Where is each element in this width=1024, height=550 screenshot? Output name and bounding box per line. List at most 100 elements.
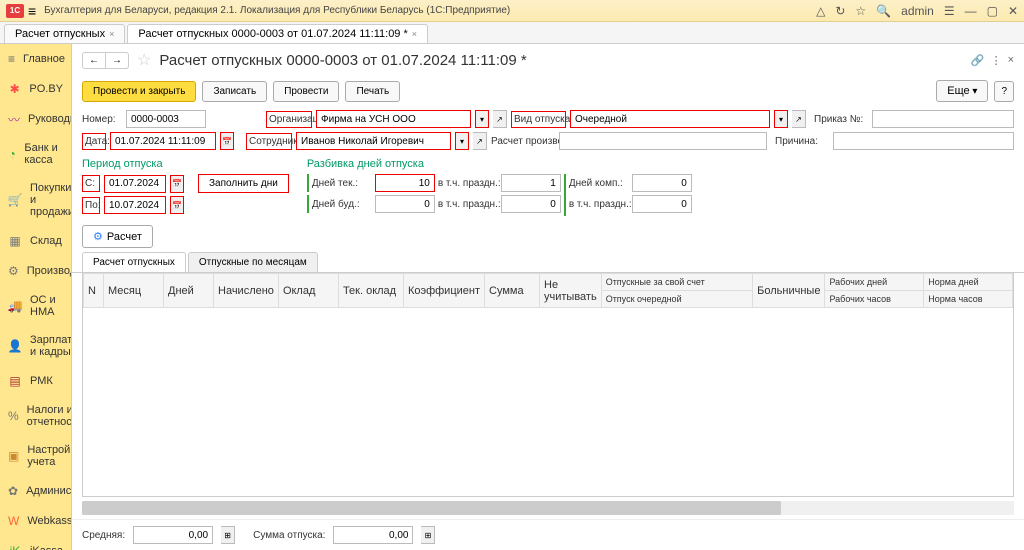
- sidebar-item[interactable]: ▣Настройки учета: [0, 436, 71, 476]
- col-sum: Сумма: [485, 274, 540, 308]
- notif-icon[interactable]: △: [816, 4, 825, 18]
- minimize-icon[interactable]: —: [965, 4, 977, 18]
- org-field[interactable]: [316, 110, 471, 128]
- close-icon[interactable]: ✕: [1008, 4, 1018, 18]
- post-button[interactable]: Провести: [273, 81, 339, 102]
- days-comp-label: Дней комп.:: [569, 178, 629, 189]
- sidebar-item[interactable]: ▤РМК: [0, 366, 71, 396]
- col-coef: Коэффициент: [403, 274, 484, 308]
- nav-fwd-icon[interactable]: →: [106, 53, 128, 68]
- org-label: Организация:: [266, 111, 312, 128]
- document-header: ← → ☆ Расчет отпускных 0000-0003 от 01.0…: [72, 44, 1024, 76]
- more-icon[interactable]: ⋮: [991, 54, 1002, 67]
- calendar-icon[interactable]: 📅: [170, 175, 184, 193]
- help-button[interactable]: ?: [994, 81, 1014, 102]
- tab-calc[interactable]: Расчет отпускных: [82, 252, 186, 272]
- col-nh: Норма часов: [924, 291, 1013, 308]
- open-icon[interactable]: ↗: [473, 132, 487, 150]
- reason-field[interactable]: [833, 132, 1014, 150]
- days-fut-field[interactable]: [375, 195, 435, 213]
- hol1-field[interactable]: [501, 174, 561, 192]
- scrollbar-thumb[interactable]: [82, 501, 781, 515]
- calendar-icon[interactable]: 📅: [170, 196, 184, 214]
- sidebar-item[interactable]: 🛒Покупки и продажи: [0, 174, 71, 226]
- close-icon[interactable]: ×: [109, 29, 114, 39]
- sidebar-icon: 🛒: [8, 193, 22, 207]
- col-month: Месяц: [104, 274, 164, 308]
- sum-field[interactable]: [333, 526, 413, 544]
- search-icon[interactable]: 🔍: [876, 4, 891, 18]
- post-and-close-button[interactable]: Провести и закрыть: [82, 81, 196, 102]
- sidebar-item-label: Администрирование: [26, 485, 72, 497]
- hol3-field[interactable]: [632, 195, 692, 213]
- star-icon[interactable]: ☆: [137, 50, 151, 70]
- dropdown-icon[interactable]: ▾: [475, 110, 489, 128]
- user-label[interactable]: admin: [901, 4, 934, 18]
- dropdown-icon[interactable]: ▾: [455, 132, 469, 150]
- close-icon[interactable]: ×: [1008, 54, 1014, 67]
- sidebar-item[interactable]: ⚙Производство: [0, 256, 71, 286]
- sidebar-item-label: ОС и НМА: [30, 294, 63, 318]
- avg-field[interactable]: [133, 526, 213, 544]
- horizontal-scrollbar[interactable]: [82, 501, 1014, 515]
- sidebar-item[interactable]: iKiKassa: [0, 536, 71, 550]
- tab-label: Расчет отпускных: [15, 28, 105, 40]
- fill-days-button[interactable]: Заполнить дни: [198, 174, 289, 193]
- content: ← → ☆ Расчет отпускных 0000-0003 от 01.0…: [72, 44, 1024, 550]
- more-button[interactable]: Еще ▾: [936, 80, 988, 102]
- table-body[interactable]: [83, 308, 1013, 496]
- open-icon[interactable]: ↗: [792, 110, 806, 128]
- sidebar-item[interactable]: 〰Руководителю: [0, 104, 71, 134]
- reason-label: Причина:: [775, 136, 829, 147]
- sidebar-item[interactable]: %Налоги и отчетность: [0, 396, 71, 436]
- link-icon[interactable]: 🔗: [971, 54, 985, 67]
- sidebar-item[interactable]: ≡Главное: [0, 44, 71, 74]
- hamburger-icon[interactable]: ≡: [28, 3, 36, 19]
- days-comp-field[interactable]: [632, 174, 692, 192]
- to-label: По:: [82, 197, 100, 214]
- sidebar-item[interactable]: ◔Банк и касса: [0, 134, 71, 174]
- date-label: Дата:: [82, 133, 106, 150]
- days-cur-label: Дней тек.:: [312, 178, 372, 189]
- order-field[interactable]: [872, 110, 1014, 128]
- tab-list[interactable]: Расчет отпускных ×: [4, 24, 125, 43]
- settings-icon[interactable]: ☰: [944, 4, 955, 18]
- type-field[interactable]: [570, 110, 770, 128]
- sidebar-item[interactable]: 👤Зарплата и кадры: [0, 326, 71, 366]
- close-icon[interactable]: ×: [412, 29, 417, 39]
- nav-back-icon[interactable]: ←: [83, 53, 106, 68]
- number-field[interactable]: [126, 110, 206, 128]
- tab-document[interactable]: Расчет отпускных 0000-0003 от 01.07.2024…: [127, 24, 428, 43]
- dropdown-icon[interactable]: ▾: [774, 110, 788, 128]
- maximize-icon[interactable]: ▢: [987, 4, 998, 18]
- calcby-field[interactable]: [559, 132, 767, 150]
- calendar-icon[interactable]: 📅: [220, 132, 234, 150]
- print-button[interactable]: Печать: [345, 81, 400, 102]
- write-button[interactable]: Записать: [202, 81, 267, 102]
- sidebar-item[interactable]: ✱PO.BY: [0, 74, 71, 104]
- sidebar-item[interactable]: 🚚ОС и НМА: [0, 286, 71, 326]
- sidebar-item-label: Главное: [23, 53, 65, 65]
- tab-monthly[interactable]: Отпускные по месяцам: [188, 252, 318, 272]
- hol2-field[interactable]: [501, 195, 561, 213]
- days-cur-field[interactable]: [375, 174, 435, 192]
- sidebar-item[interactable]: ▦Склад: [0, 226, 71, 256]
- sidebar-item-label: Webkassa: [27, 515, 72, 527]
- emp-field[interactable]: [296, 132, 451, 150]
- footer: Средняя: ⊞ Сумма отпуска: ⊞: [72, 519, 1024, 550]
- favorites-icon[interactable]: ☆: [855, 4, 866, 18]
- calc-icon[interactable]: ⊞: [221, 526, 235, 544]
- open-icon[interactable]: ↗: [493, 110, 507, 128]
- doc-actions: 🔗 ⋮ ×: [971, 54, 1014, 67]
- sidebar-item[interactable]: WWebkassa: [0, 506, 71, 536]
- col-sick: Больничные: [753, 274, 825, 308]
- calc-icon[interactable]: ⊞: [421, 526, 435, 544]
- from-field[interactable]: [104, 175, 166, 193]
- to-field[interactable]: [104, 196, 166, 214]
- calculate-button[interactable]: ⚙ Расчет: [82, 225, 153, 248]
- sidebar-item[interactable]: ✿Администрирование: [0, 476, 71, 506]
- history-icon[interactable]: ↻: [835, 4, 845, 18]
- date-field[interactable]: [110, 132, 216, 150]
- sidebar-item-label: Склад: [30, 235, 62, 247]
- days-fut-label: Дней буд.:: [312, 199, 372, 210]
